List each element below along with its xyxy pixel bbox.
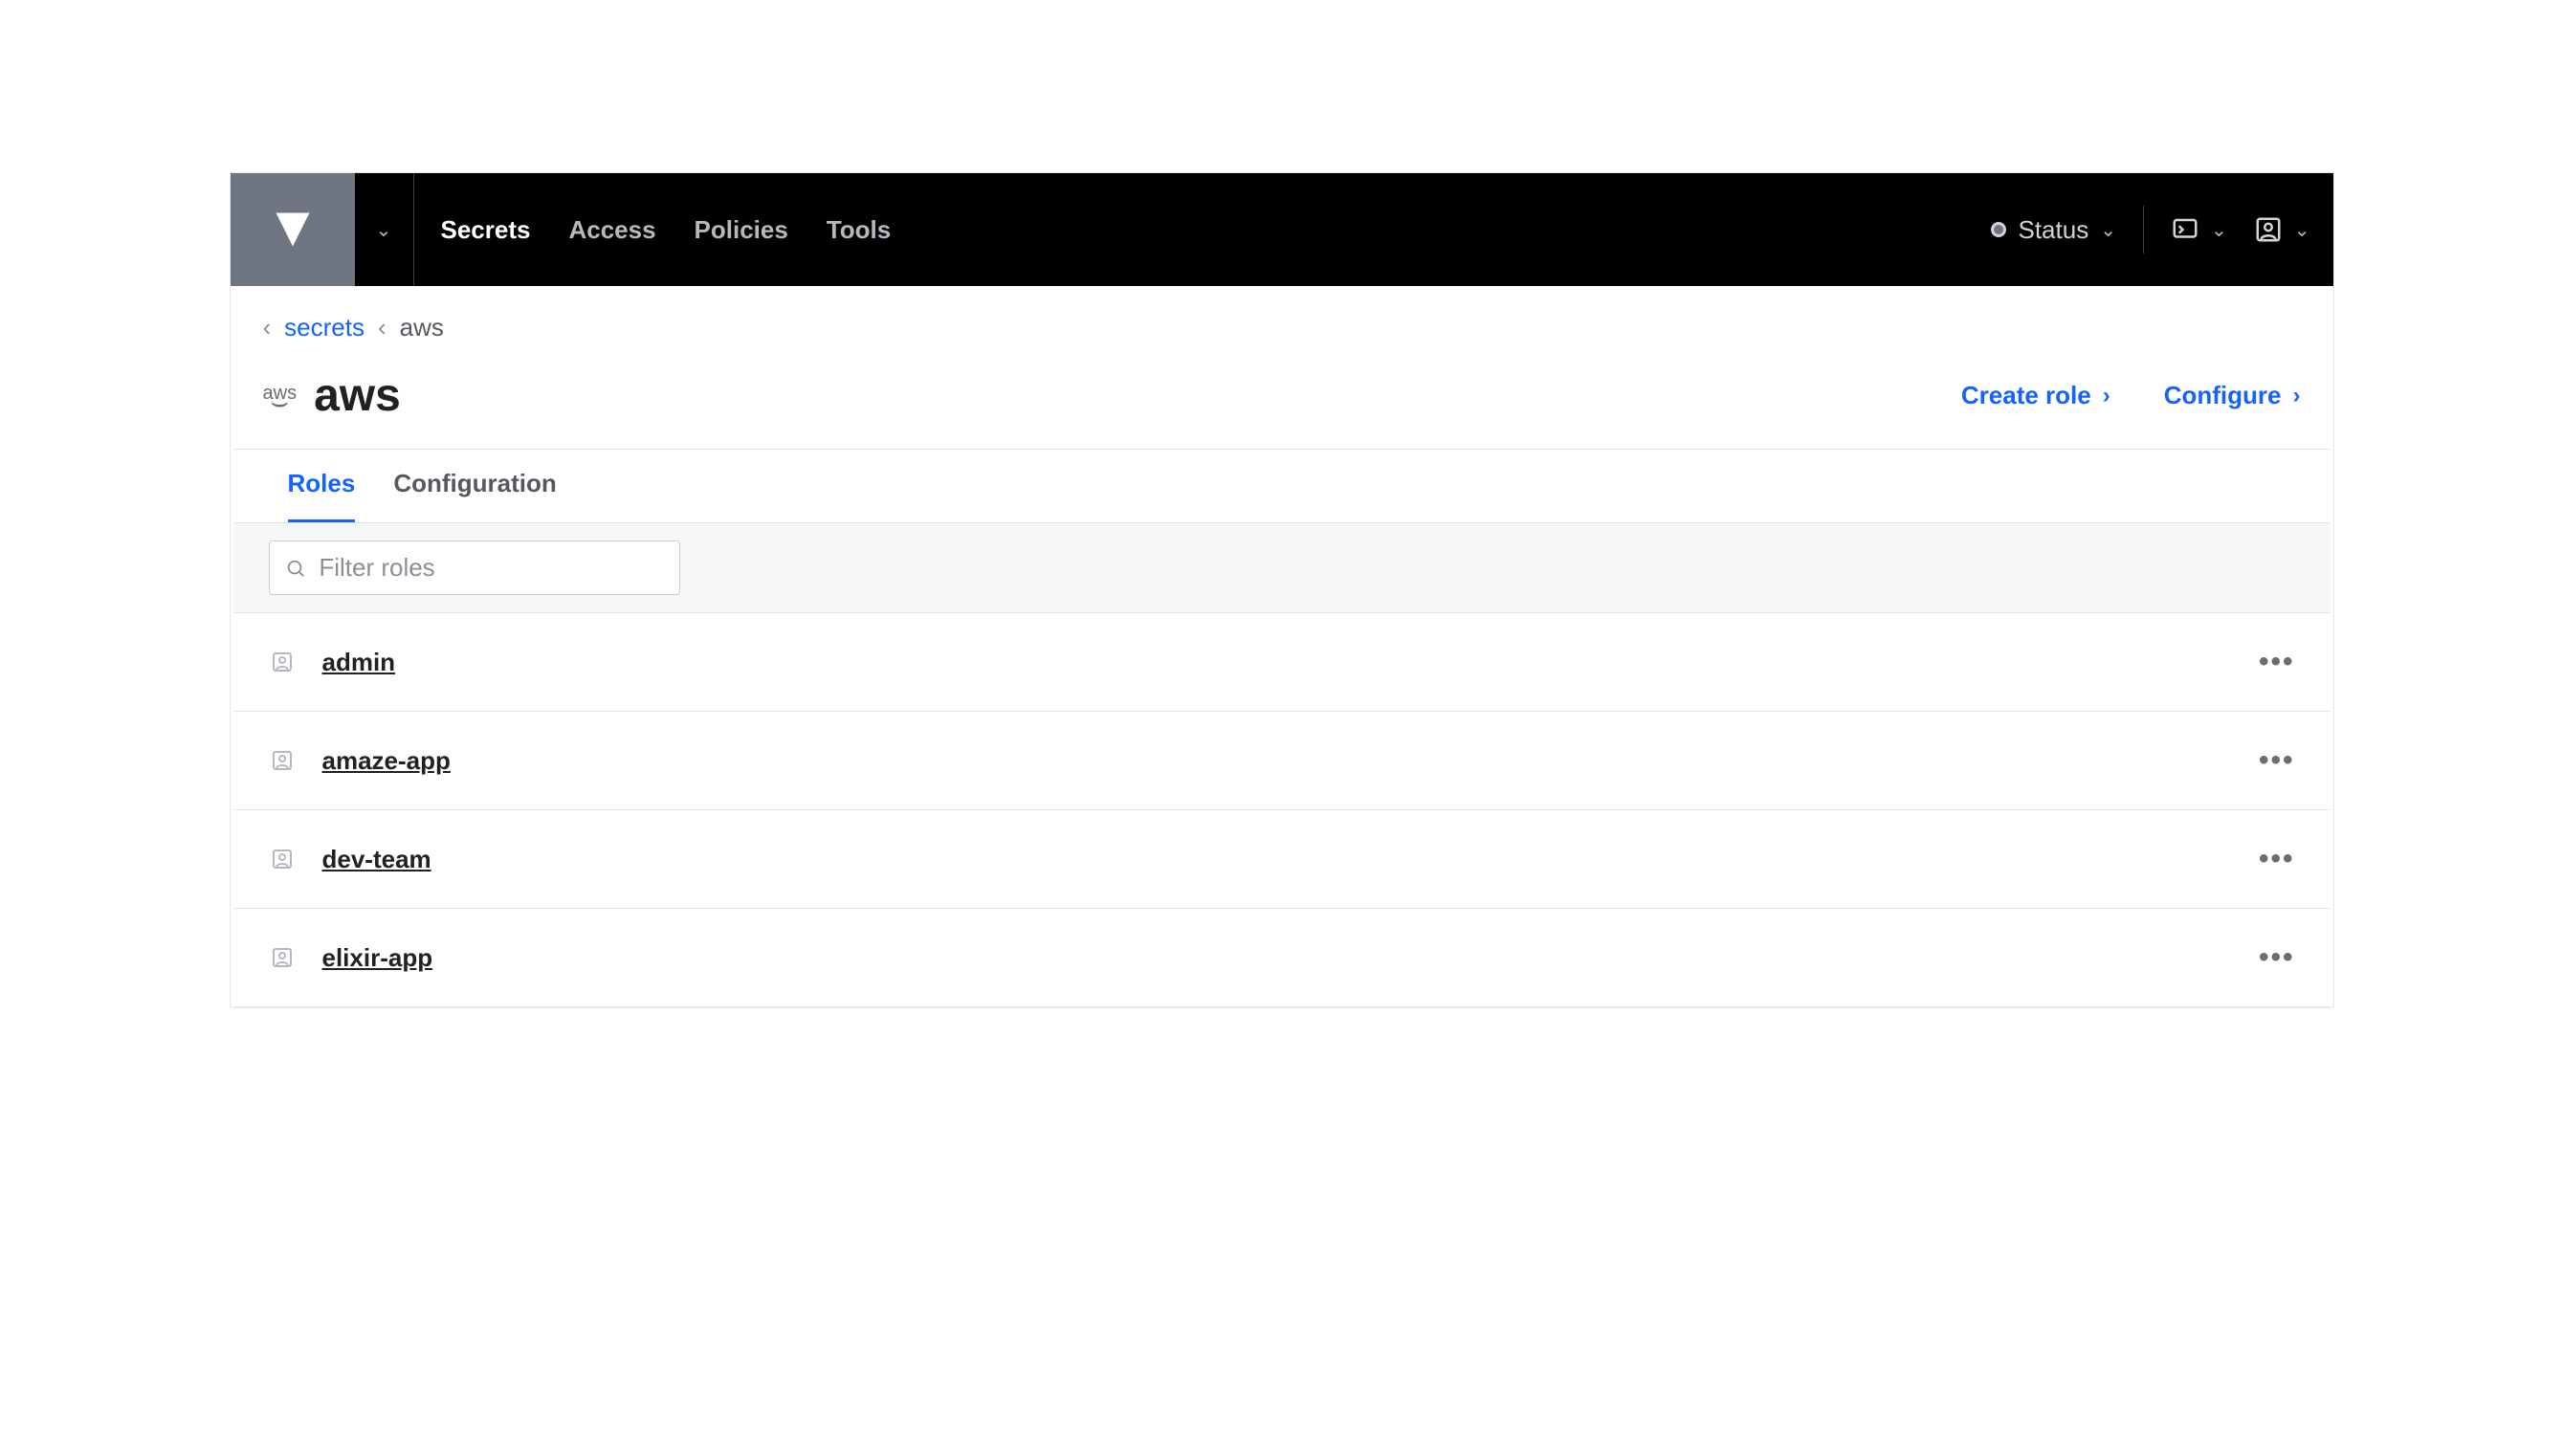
filter-roles-input[interactable] <box>319 553 663 583</box>
chevron-down-icon: ⌄ <box>2100 218 2116 242</box>
page-actions: Create role › Configure › <box>1961 381 2301 410</box>
page-header: aws ⌣ aws Create role › Configure › <box>231 350 2333 449</box>
separator <box>2143 206 2144 254</box>
role-actions-menu[interactable]: ••• <box>2259 744 2295 777</box>
nav-links: Secrets Access Policies Tools <box>441 215 892 245</box>
topbar: ⌄ Secrets Access Policies Tools Status ⌄… <box>231 173 2333 286</box>
aws-icon: aws ⌣ <box>263 386 298 406</box>
user-square-icon <box>269 944 296 971</box>
filter-bar <box>234 523 2330 613</box>
status-label: Status <box>2018 215 2088 245</box>
page-title-group: aws ⌣ aws <box>263 369 401 422</box>
console-menu[interactable]: ⌄ <box>2171 215 2227 244</box>
tabs: Roles Configuration <box>234 450 2330 523</box>
role-link[interactable]: admin <box>322 648 396 677</box>
create-role-label: Create role <box>1961 381 2091 410</box>
app-shell: ⌄ Secrets Access Policies Tools Status ⌄… <box>230 172 2334 1008</box>
role-link[interactable]: elixir-app <box>322 943 433 973</box>
chevron-left-icon: ‹ <box>378 313 387 342</box>
breadcrumb-secrets[interactable]: secrets <box>284 313 365 342</box>
vault-logo[interactable] <box>231 173 355 286</box>
role-actions-menu[interactable]: ••• <box>2259 646 2295 678</box>
status-menu[interactable]: Status ⌄ <box>1991 215 2115 245</box>
topbar-right: Status ⌄ ⌄ ⌄ <box>1991 206 2309 254</box>
user-icon <box>2254 215 2283 244</box>
role-link[interactable]: amaze-app <box>322 746 451 776</box>
filter-input-wrap[interactable] <box>269 540 680 595</box>
role-row: admin ••• <box>234 613 2330 712</box>
chevron-right-icon: › <box>2103 383 2110 409</box>
tab-roles[interactable]: Roles <box>288 469 356 522</box>
nav-policies[interactable]: Policies <box>695 215 788 245</box>
role-row: amaze-app ••• <box>234 712 2330 810</box>
status-indicator-icon <box>1991 222 2006 237</box>
breadcrumb: ‹ secrets ‹ aws <box>231 286 2333 350</box>
page-title: aws <box>314 369 401 422</box>
tab-configuration[interactable]: Configuration <box>393 469 556 522</box>
configure-label: Configure <box>2164 381 2282 410</box>
chevron-down-icon: ⌄ <box>2294 218 2310 242</box>
terminal-icon <box>2171 215 2199 244</box>
user-square-icon <box>269 846 296 872</box>
nav-secrets[interactable]: Secrets <box>441 215 531 245</box>
search-icon <box>285 557 306 580</box>
chevron-down-icon: ⌄ <box>376 218 392 242</box>
content-panel: Roles Configuration admin ••• amaze-app … <box>234 449 2330 1007</box>
namespace-dropdown[interactable]: ⌄ <box>355 173 414 286</box>
breadcrumb-current: aws <box>400 313 444 342</box>
role-list: admin ••• amaze-app ••• dev-team ••• eli… <box>234 613 2330 1006</box>
user-menu[interactable]: ⌄ <box>2254 215 2310 244</box>
role-actions-menu[interactable]: ••• <box>2259 941 2295 974</box>
chevron-down-icon: ⌄ <box>2211 218 2227 242</box>
nav-access[interactable]: Access <box>568 215 655 245</box>
role-row: elixir-app ••• <box>234 909 2330 1006</box>
chevron-left-icon: ‹ <box>263 313 272 342</box>
role-actions-menu[interactable]: ••• <box>2259 843 2295 875</box>
role-row: dev-team ••• <box>234 810 2330 909</box>
user-square-icon <box>269 747 296 774</box>
chevron-right-icon: › <box>2293 383 2301 409</box>
create-role-button[interactable]: Create role › <box>1961 381 2110 410</box>
nav-tools[interactable]: Tools <box>827 215 891 245</box>
configure-button[interactable]: Configure › <box>2164 381 2301 410</box>
user-square-icon <box>269 649 296 675</box>
role-link[interactable]: dev-team <box>322 845 431 874</box>
